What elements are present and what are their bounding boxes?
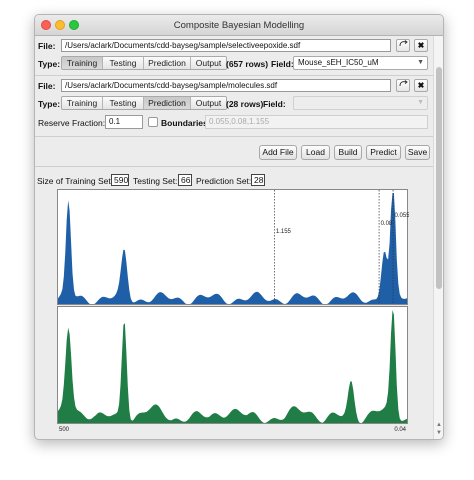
add-file-button[interactable]: Add File <box>259 145 297 160</box>
triangle-up-icon[interactable]: ▲ <box>434 422 443 428</box>
triangle-down-icon[interactable]: ▼ <box>434 430 443 436</box>
testing-set-label: Testing Set: <box>133 176 178 186</box>
prediction-set-label: Prediction Set: <box>196 176 252 186</box>
field-label-1: Field: <box>271 59 294 69</box>
x-icon: ✖ <box>417 81 425 90</box>
file-label-2: File: <box>38 81 56 91</box>
predict-button[interactable]: Predict <box>366 145 401 160</box>
rows-count-2: (28 rows) <box>226 99 264 109</box>
boundary-label: 1.155 <box>276 229 292 235</box>
x-icon: ✖ <box>417 41 425 50</box>
type-testing-2[interactable]: Testing <box>103 97 144 109</box>
load-button[interactable]: Load <box>301 145 330 160</box>
type-label-1: Type: <box>38 59 61 69</box>
separator <box>35 166 433 167</box>
save-button[interactable]: Save <box>405 145 430 160</box>
remove-file-button-1[interactable]: ✖ <box>414 39 428 52</box>
open-file-button-1[interactable] <box>396 39 410 52</box>
type-output-1[interactable]: Output <box>191 57 226 69</box>
field-label-2: Field: <box>263 99 286 109</box>
type-training-2[interactable]: Training <box>62 97 103 109</box>
type-testing-1[interactable]: Testing <box>103 57 144 69</box>
testing-set-count: 66 <box>178 174 192 186</box>
type-training-1[interactable]: Training <box>62 57 103 69</box>
remove-file-button-2[interactable]: ✖ <box>414 79 428 92</box>
open-file-button-2[interactable] <box>396 79 410 92</box>
build-button[interactable]: Build <box>334 145 362 160</box>
type-output-2[interactable]: Output <box>191 97 226 109</box>
curved-arrow-icon <box>399 80 408 87</box>
boundaries-checkbox[interactable] <box>148 117 158 127</box>
scrollbar-thumb[interactable] <box>436 67 442 289</box>
file-path-1[interactable]: /Users/aclark/Documents/cdd-bayseg/sampl… <box>61 39 391 52</box>
chevron-down-icon: ▼ <box>417 59 424 66</box>
separator <box>35 136 433 137</box>
reserve-fraction-label: Reserve Fraction: <box>38 118 106 128</box>
separator <box>35 75 433 76</box>
app-window: Composite Bayesian Modelling File: /User… <box>34 14 444 440</box>
boundaries-label: Boundaries: <box>161 118 211 128</box>
prediction-set-count: 28 <box>251 174 265 186</box>
type-label-2: Type: <box>38 99 61 109</box>
curved-arrow-icon <box>399 40 408 47</box>
type-selector-2: Training Testing Prediction Output <box>61 96 227 110</box>
x-axis-right-label: 0.04 <box>394 427 406 433</box>
distribution-chart: 1.155 0.080.055 500 0.04 <box>57 189 409 433</box>
file-label-1: File: <box>38 41 56 51</box>
window-title: Composite Bayesian Modelling <box>173 20 305 31</box>
training-panel <box>57 189 408 305</box>
boundary-label: 0.08 <box>381 221 393 227</box>
file-path-2[interactable]: /Users/aclark/Documents/cdd-bayseg/sampl… <box>61 79 391 92</box>
boundary-label: 0.055 <box>395 213 409 219</box>
type-selector-1: Training Testing Prediction Output <box>61 56 227 70</box>
vertical-scrollbar[interactable]: ▲ ▼ <box>433 36 443 439</box>
type-prediction-2[interactable]: Prediction <box>144 97 191 109</box>
title-bar: Composite Bayesian Modelling <box>35 15 443 36</box>
training-set-label: Size of Training Set: <box>37 176 114 186</box>
training-set-count: 590 <box>111 174 129 186</box>
boundaries-input[interactable]: 0.055,0.08,1.155 <box>205 115 428 129</box>
field-dropdown-value-1: Mouse_sEH_IC50_uM <box>298 58 379 67</box>
rows-count-1: (657 rows) <box>226 59 269 69</box>
reserve-fraction-input[interactable]: 0.1 <box>105 115 143 129</box>
type-prediction-1[interactable]: Prediction <box>144 57 191 69</box>
field-dropdown-2[interactable]: ▼ <box>293 96 428 110</box>
chevron-down-icon: ▼ <box>417 99 424 106</box>
field-dropdown-1[interactable]: Mouse_sEH_IC50_uM ▼ <box>293 56 428 70</box>
x-axis-left-label: 500 <box>59 427 70 433</box>
